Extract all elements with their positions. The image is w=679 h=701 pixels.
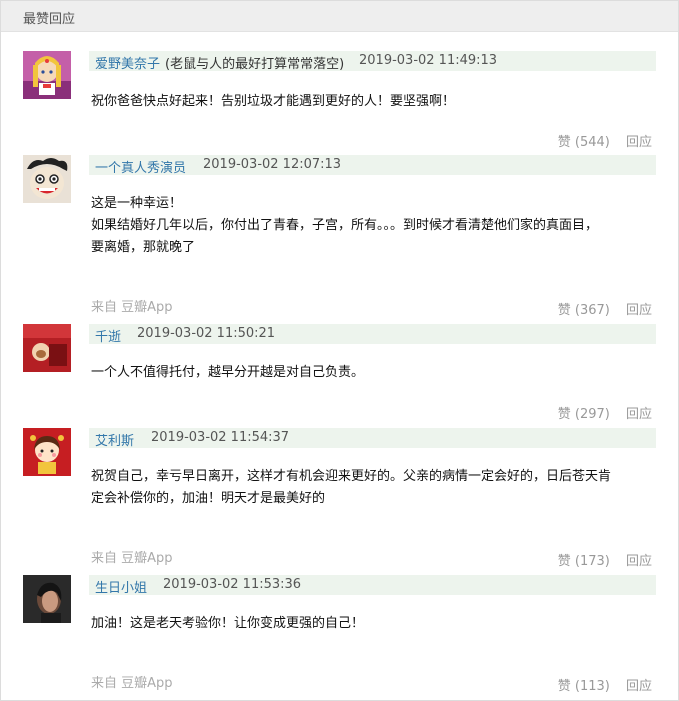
author-signature: (老鼠与人的最好打算常常落空) <box>165 57 345 72</box>
comment-actions: 赞 (367) 回应 <box>558 299 652 318</box>
comment-line: 要离婚，那就晚了 <box>91 240 196 255</box>
like-button[interactable]: 赞 (113) <box>558 679 610 694</box>
comment-actions: 赞 (113) 回应 <box>558 675 652 694</box>
comment-line: 祝贺自己，幸亏早日离开，这样才有机会迎来更好的。父亲的病情一定会好的，日后苍天肯 <box>91 469 612 484</box>
comment-text: 一个人不值得托付，越早分开越是对自己负责。 <box>91 362 656 384</box>
comment-time: 2019-03-02 11:49:13 <box>359 53 498 68</box>
author-link[interactable]: 爱野美奈子 <box>95 53 160 72</box>
comment-line: 加油！这是老天考验你！让你变成更强的自己！ <box>91 616 365 631</box>
portrait-avatar[interactable] <box>23 575 71 623</box>
section-header: 最赞回应 <box>1 1 678 32</box>
comment-text: 祝贺自己，幸亏早日离开，这样才有机会迎来更好的。父亲的病情一定会好的，日后苍天肯… <box>91 466 656 510</box>
comment-line: 一个人不值得托付，越早分开越是对自己负责。 <box>91 365 365 380</box>
comment-line: 定会补偿你的，加油！明天才是最美好的 <box>91 491 326 506</box>
reply-button[interactable]: 回应 <box>626 303 652 318</box>
reply-button[interactable]: 回应 <box>626 554 652 569</box>
like-button[interactable]: 赞 (367) <box>558 303 610 318</box>
section-title: 最赞回应 <box>23 12 76 27</box>
like-button[interactable]: 赞 (544) <box>558 135 610 150</box>
cartoon-girl-avatar[interactable] <box>23 428 71 476</box>
comment-meta: 爱野美奈子 (老鼠与人的最好打算常常落空) 2019-03-02 11:49:1… <box>89 51 656 72</box>
author-link[interactable]: 千逝 <box>95 326 121 345</box>
comment-text: 加油！这是老天考验你！让你变成更强的自己！ <box>91 613 656 635</box>
comment-time: 2019-03-02 11:54:37 <box>151 430 290 445</box>
comment-time: 2019-03-02 12:07:13 <box>203 157 342 172</box>
author-link[interactable]: 一个真人秀演员 <box>95 157 186 176</box>
comment-time: 2019-03-02 11:50:21 <box>137 326 276 341</box>
reply-button[interactable]: 回应 <box>626 135 652 150</box>
comment-actions: 赞 (297) 回应 <box>558 403 652 422</box>
author-link[interactable]: 生日小姐 <box>95 577 147 596</box>
like-button[interactable]: 赞 (173) <box>558 554 610 569</box>
source-app-label: 来自 豆瓣App <box>91 300 173 315</box>
anime-girl-avatar[interactable] <box>23 51 71 99</box>
source-app-label: 来自 豆瓣App <box>91 676 173 691</box>
cartoon-face-avatar[interactable] <box>23 155 71 203</box>
comment-actions: 赞 (173) 回应 <box>558 550 652 569</box>
comment-time: 2019-03-02 11:53:36 <box>163 577 302 592</box>
comments-panel: 最赞回应 爱野美奈子 (老鼠与人的最好打算常常落空) 2019-03-02 11… <box>0 0 679 701</box>
comment-meta: 千逝 2019-03-02 11:50:21 <box>89 324 656 345</box>
comment-meta: 艾利斯 2019-03-02 11:54:37 <box>89 428 656 449</box>
like-button[interactable]: 赞 (297) <box>558 407 610 422</box>
source-app-label: 来自 豆瓣App <box>91 551 173 566</box>
author-link[interactable]: 艾利斯 <box>95 430 134 449</box>
reply-button[interactable]: 回应 <box>626 407 652 422</box>
comment-actions: 赞 (544) 回应 <box>558 131 652 150</box>
comment-line: 祝你爸爸快点好起来！告别垃圾才能遇到更好的人！要坚强啊！ <box>91 94 456 109</box>
comment-meta: 生日小姐 2019-03-02 11:53:36 <box>89 575 656 596</box>
reply-button[interactable]: 回应 <box>626 679 652 694</box>
comment-line: 这是一种幸运！ <box>91 196 183 211</box>
comment-text: 这是一种幸运！ 如果结婚好几年以后，你付出了青春，子宫，所有。。。到时候才看清楚… <box>91 193 656 259</box>
comment-text: 祝你爸爸快点好起来！告别垃圾才能遇到更好的人！要坚强啊！ <box>91 91 656 113</box>
comment-line: 如果结婚好几年以后，你付出了青春，子宫，所有。。。到时候才看清楚他们家的真面目， <box>91 218 599 233</box>
red-photo-avatar[interactable] <box>23 324 71 372</box>
comment-meta: 一个真人秀演员 2019-03-02 12:07:13 <box>89 155 656 176</box>
